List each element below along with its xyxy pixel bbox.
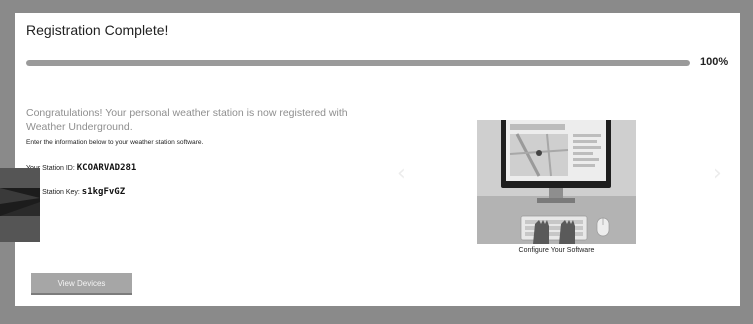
progress-bar: [26, 60, 690, 66]
station-id-row: Your Station ID: KCOARVAD281: [26, 163, 136, 173]
configure-software-illustration: [477, 120, 636, 244]
mouse-icon: [596, 217, 610, 237]
dialog-title: Registration Complete!: [26, 22, 169, 38]
instruction-text: Enter the information below to your weat…: [26, 139, 204, 146]
congratulations-text: Congratulations! Your personal weather s…: [26, 107, 348, 133]
chevron-right-icon[interactable]: ›: [713, 163, 722, 185]
registration-dialog: Registration Complete! 100% Congratulati…: [15, 13, 740, 306]
keyboard-icon: [520, 215, 588, 241]
station-id-value: KCOARVAD281: [76, 163, 137, 173]
chevron-left-icon[interactable]: ‹: [397, 163, 406, 185]
progress-bar-fill: [26, 60, 690, 66]
view-devices-button[interactable]: View Devices: [31, 273, 132, 295]
carousel-caption: Configure Your Software: [518, 247, 595, 254]
station-key-value: s1kgFvGZ: [81, 187, 126, 197]
overlay-panel: [0, 168, 40, 242]
progress-percent: 100%: [700, 56, 729, 68]
overlay-graphic: [0, 168, 40, 242]
station-key-row: Your Station Key: s1kgFvGZ: [26, 187, 125, 197]
